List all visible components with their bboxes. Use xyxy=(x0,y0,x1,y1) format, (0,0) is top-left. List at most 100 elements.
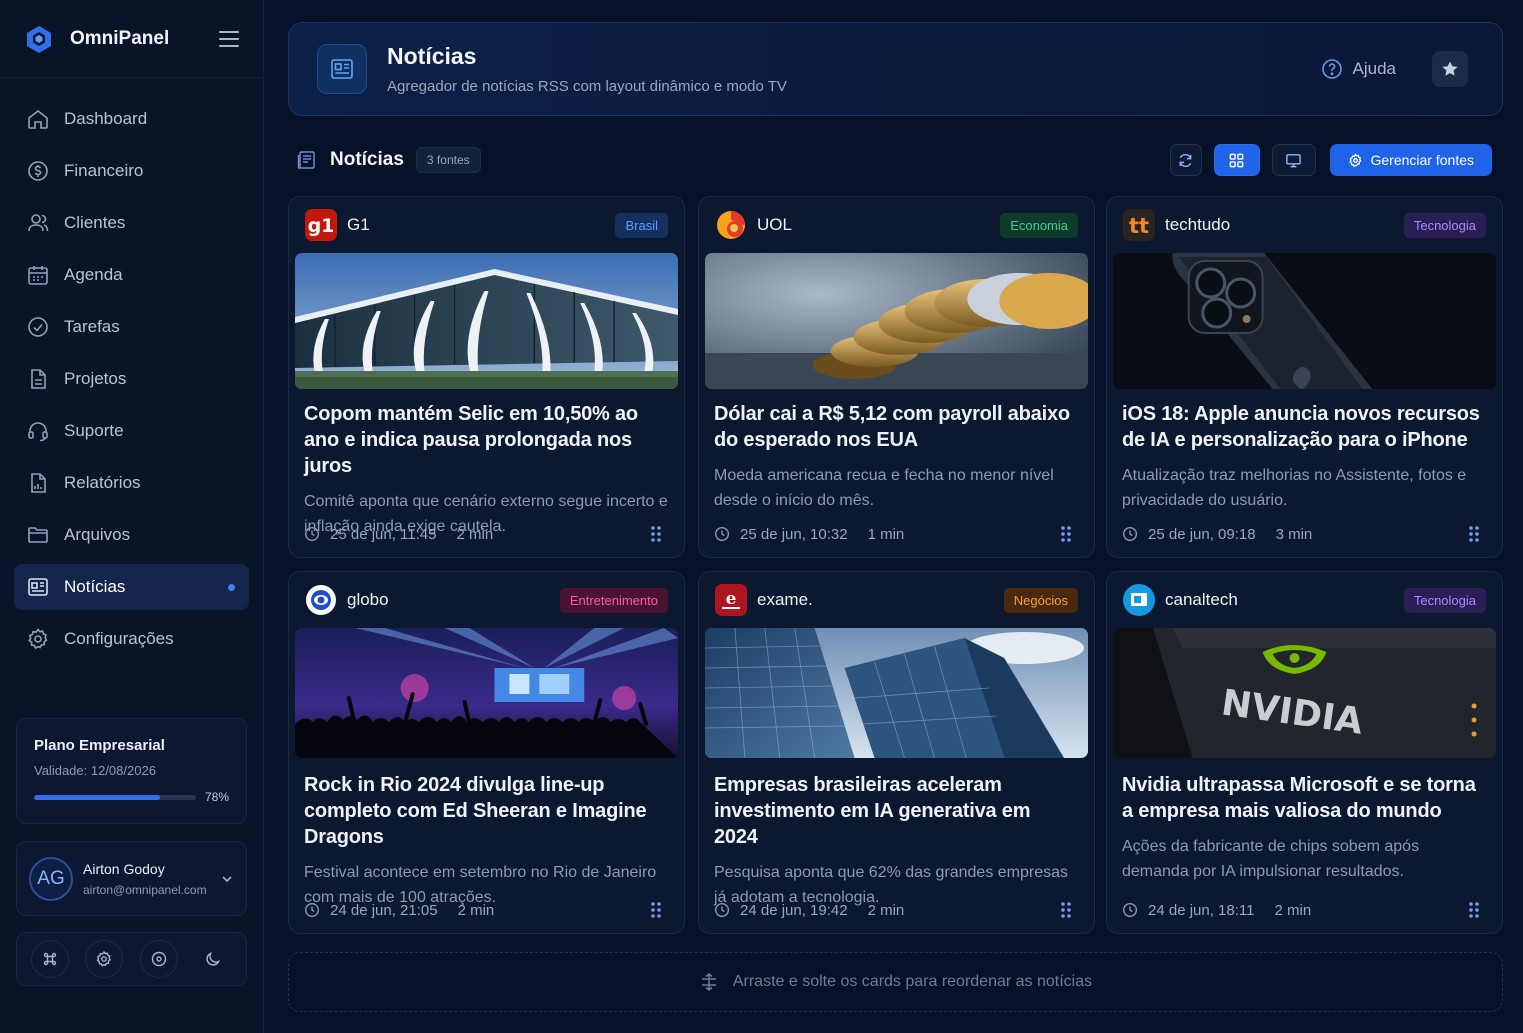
target-icon[interactable] xyxy=(139,940,178,978)
moon-icon[interactable] xyxy=(194,940,232,978)
news-title[interactable]: Copom mantém Selic em 10,50% ao ano e in… xyxy=(304,401,669,479)
clock-icon xyxy=(1122,526,1138,542)
uol-logo-icon xyxy=(715,209,747,241)
sidebar-item-label: Relatórios xyxy=(64,473,141,492)
drag-handle-icon[interactable] xyxy=(1468,525,1480,543)
chevron-down-icon[interactable] xyxy=(220,872,234,886)
category-badge: Brasil xyxy=(615,212,668,238)
sidebar-item-label: Projetos xyxy=(64,369,127,388)
file-icon xyxy=(26,367,50,391)
card-header: canaltech Tecnologia xyxy=(1107,572,1502,628)
folder-icon xyxy=(26,523,50,547)
sidebar-item-projetos[interactable]: Projetos xyxy=(14,356,249,402)
sidebar-item-noticias[interactable]: Notícias xyxy=(14,564,249,610)
grid-icon xyxy=(1229,153,1244,167)
sidebar-item-label: Tarefas xyxy=(64,317,120,336)
drag-handle-icon[interactable] xyxy=(1060,525,1072,543)
svg-text:g1: g1 xyxy=(308,215,335,237)
headset-icon xyxy=(26,419,50,443)
news-title[interactable]: Rock in Rio 2024 divulga line-up complet… xyxy=(304,772,669,850)
news-card[interactable]: e exame. Negócios Empresas brasileiras a… xyxy=(698,571,1095,934)
news-read-time: 2 min xyxy=(457,901,495,919)
command-icon[interactable] xyxy=(31,940,70,978)
favorite-button[interactable] xyxy=(1432,51,1468,87)
sidebar: OmniPanel Dashboard Financeiro Clientes … xyxy=(0,0,264,1033)
source-name: globo xyxy=(347,590,389,609)
news-card[interactable]: UOL Economia Dólar cai a R$ 5,12 com pay… xyxy=(698,196,1095,558)
sidebar-item-label: Financeiro xyxy=(64,161,144,180)
news-title[interactable]: iOS 18: Apple anuncia novos recursos de … xyxy=(1122,401,1487,453)
plan-card: Plano Empresarial Validade: 12/08/2026 7… xyxy=(16,718,247,824)
news-image xyxy=(705,628,1088,758)
news-date: 25 de jun, 09:18 xyxy=(1148,525,1256,543)
tv-mode-button[interactable] xyxy=(1271,144,1316,176)
news-title[interactable]: Dólar cai a R$ 5,12 com payroll abaixo d… xyxy=(714,401,1079,453)
sidebar-item-clientes[interactable]: Clientes xyxy=(14,200,249,246)
news-description: Atualização traz melhorias no Assistente… xyxy=(1122,467,1467,509)
sidebar-item-label: Configurações xyxy=(64,629,174,648)
drag-handle-icon[interactable] xyxy=(650,901,662,919)
move-icon xyxy=(701,973,716,991)
sidebar-item-dashboard[interactable]: Dashboard xyxy=(14,96,249,142)
news-image xyxy=(1113,253,1496,389)
sidebar-item-tarefas[interactable]: Tarefas xyxy=(14,304,249,350)
news-read-time: 3 min xyxy=(1275,525,1313,543)
category-badge: Tecnologia xyxy=(1403,212,1486,238)
clock-icon xyxy=(304,526,320,542)
news-card[interactable]: g1 G1 Brasil Copom mantém Selic em 10,50… xyxy=(288,196,685,558)
sidebar-item-relatorios[interactable]: Relatórios xyxy=(14,460,249,506)
sidebar-nav: Dashboard Financeiro Clientes Agenda Tar… xyxy=(0,78,263,662)
category-badge: Entretenimento xyxy=(559,587,668,613)
category-badge: Negócios xyxy=(1003,587,1078,613)
sidebar-item-configuracoes[interactable]: Configurações xyxy=(14,616,249,662)
grid-view-button[interactable] xyxy=(1213,144,1260,176)
app-name: OmniPanel xyxy=(70,27,170,49)
menu-toggle-icon[interactable] xyxy=(219,30,239,47)
news-meta: 24 de jun, 21:05 2 min xyxy=(304,901,662,919)
check-circle-icon xyxy=(26,315,50,339)
dropzone-label: Arraste e solte os cards para reordenar … xyxy=(732,973,1093,990)
plan-progress: 78% xyxy=(34,790,230,804)
news-card[interactable]: globo Entretenimento Rock in Rio 2024 di… xyxy=(288,571,685,934)
sidebar-item-label: Clientes xyxy=(64,213,126,232)
exame-logo-icon: e xyxy=(715,584,747,616)
news-title[interactable]: Empresas brasileiras aceleram investimen… xyxy=(714,772,1079,850)
news-card[interactable]: canaltech Tecnologia NVIDIA Nvidia ultra… xyxy=(1106,571,1503,934)
drag-handle-icon[interactable] xyxy=(1060,901,1072,919)
reorder-dropzone[interactable]: Arraste e solte os cards para reordenar … xyxy=(288,952,1503,1012)
sidebar-item-suporte[interactable]: Suporte xyxy=(14,408,249,454)
star-icon xyxy=(1442,61,1458,76)
drag-handle-icon[interactable] xyxy=(1468,901,1480,919)
header-text: Notícias Agregador de notícias RSS com l… xyxy=(387,43,1321,95)
news-card[interactable]: tt techtudo Tecnologia iOS 18: Apple anu… xyxy=(1106,196,1503,558)
plan-progress-fill xyxy=(34,794,161,800)
plan-progress-label: 78% xyxy=(205,790,230,804)
sidebar-item-agenda[interactable]: Agenda xyxy=(14,252,249,298)
calendar-icon xyxy=(26,263,50,287)
user-email: airton@omnipanel.com xyxy=(83,882,207,897)
help-label: Ajuda xyxy=(1352,59,1396,78)
news-title[interactable]: Nvidia ultrapassa Microsoft e se torna a… xyxy=(1122,772,1487,824)
news-date: 25 de jun, 10:32 xyxy=(740,525,848,543)
news-meta: 25 de jun, 09:18 3 min xyxy=(1122,525,1480,543)
sidebar-item-arquivos[interactable]: Arquivos xyxy=(14,512,249,558)
coin-icon xyxy=(26,159,50,183)
sources-count-badge: 3 fontes xyxy=(415,147,481,173)
page-subtitle: Agregador de notícias RSS com layout din… xyxy=(387,78,787,95)
drag-handle-icon[interactable] xyxy=(650,525,662,543)
plan-progress-bar xyxy=(34,794,196,800)
help-button[interactable]: Ajuda xyxy=(1321,58,1396,80)
sidebar-item-label: Arquivos xyxy=(64,525,131,544)
news-read-time: 2 min xyxy=(867,901,905,919)
home-icon xyxy=(26,107,50,131)
manage-sources-button[interactable]: Gerenciar fontes xyxy=(1329,144,1492,176)
plan-validity: Validade: 12/08/2026 xyxy=(34,763,156,778)
clock-icon xyxy=(714,526,730,542)
settings-gear-icon[interactable] xyxy=(85,940,124,978)
user-card[interactable]: AG Airton Godoy airton@omnipanel.com xyxy=(16,841,247,916)
news-meta: 25 de jun, 10:32 1 min xyxy=(714,525,1072,543)
card-header: tt techtudo Tecnologia xyxy=(1107,197,1502,253)
sidebar-item-financeiro[interactable]: Financeiro xyxy=(14,148,249,194)
refresh-button[interactable] xyxy=(1169,144,1202,176)
canaltech-logo-icon xyxy=(1123,584,1155,616)
